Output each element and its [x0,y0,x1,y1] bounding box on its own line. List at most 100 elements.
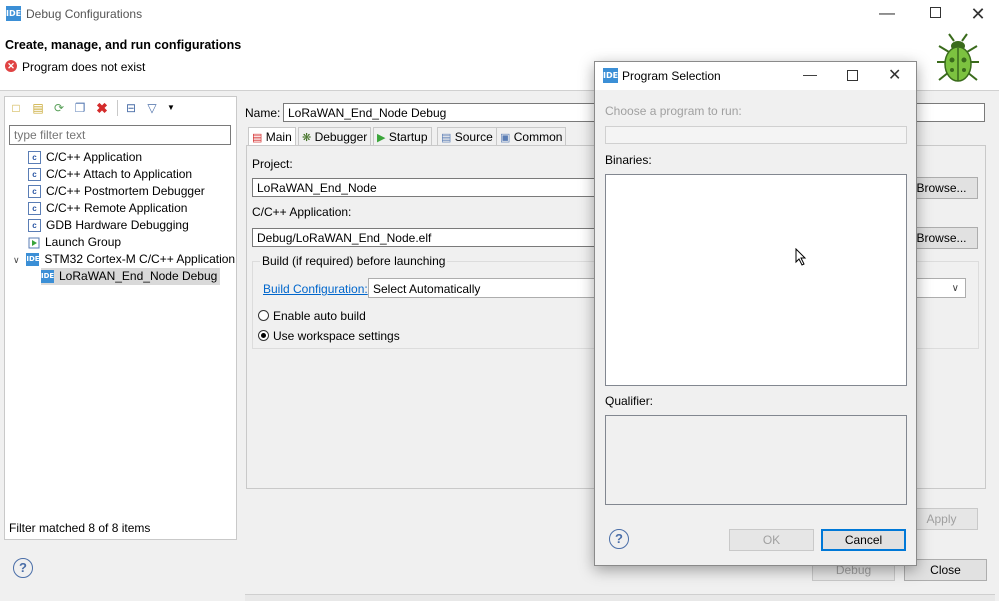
tree-item-launch-group[interactable]: Launch Group [28,234,121,251]
delete-icon[interactable]: ✖ [95,101,109,115]
tab-label: Main [265,130,292,144]
chevron-down-icon[interactable]: ∨ [13,252,23,269]
name-label: Name: [245,106,281,120]
debugger-icon: ❋ [302,132,312,144]
tree-item-lorawan-debug[interactable]: IDE LoRaWAN_End_Node Debug [41,268,221,285]
app-icon: IDE [603,68,618,83]
tree-item-label: LoRaWAN_End_Node Debug [59,269,218,283]
build-config-link[interactable]: Build Configuration: [263,282,368,296]
tab-main[interactable]: ▤ Main [248,127,296,146]
tab-source[interactable]: ▤ Source [437,127,497,146]
new-prototype-icon[interactable]: ▤ [31,101,45,115]
close-window-button[interactable]: ✕ [955,0,999,28]
radio-label: Enable auto build [273,309,366,323]
binaries-list[interactable] [605,174,907,386]
source-icon: ▤ [441,132,452,144]
dialog-title-bar: IDE Program Selection — ✕ [595,62,916,90]
toolbar-separator [117,100,118,116]
cancel-button[interactable]: Cancel [821,529,906,551]
program-field[interactable] [605,126,907,144]
page-heading: Create, manage, and run configurations [5,38,242,52]
ok-button[interactable]: OK [729,529,814,551]
radio-icon [258,310,269,322]
duplicate-icon[interactable]: ❐ [73,101,87,115]
launch-group-icon [28,237,40,249]
tree-item-cpp-attach[interactable]: c C/C++ Attach to Application [28,166,192,183]
tree-item-stm32[interactable]: ∨ IDE STM32 Cortex-M C/C++ Application [13,251,235,268]
filter-icon[interactable]: ▽ [145,101,159,115]
dialog-maximize-button[interactable] [847,70,858,81]
button-label: Cancel [844,533,883,547]
c-file-icon: c [28,168,41,182]
export-icon[interactable]: ⟳ [52,101,66,115]
new-config-icon[interactable]: □ [9,101,23,115]
bug-icon [935,32,981,86]
minimize-button[interactable]: — [864,0,910,28]
tab-label: Startup [388,130,428,144]
tree-item-cpp-postmortem[interactable]: c C/C++ Postmortem Debugger [28,183,205,200]
tree-item-label: C/C++ Remote Application [46,201,188,215]
c-file-icon: c [28,202,41,216]
program-selection-dialog: IDE Program Selection — ✕ Choose a progr… [594,61,917,566]
project-field[interactable]: LoRaWAN_End_Node [252,178,652,197]
maximize-button[interactable] [912,0,958,28]
tab-common[interactable]: ▣ Common [496,127,567,146]
binaries-label: Binaries: [605,153,652,167]
radio-workspace-settings[interactable]: Use workspace settings [258,329,400,343]
help-icon[interactable]: ? [609,529,629,549]
qualifier-label: Qualifier: [605,394,654,408]
c-file-icon: c [28,185,41,199]
c-file-icon: c [28,151,41,165]
tab-startup[interactable]: ▶ Startup [373,127,432,146]
tab-debugger[interactable]: ❋ Debugger [298,127,372,146]
dialog-minimize-button[interactable]: — [803,66,817,82]
c-file-icon: c [28,219,41,233]
tree-item-label: STM32 Cortex-M C/C++ Application [44,252,236,266]
title-bar: IDE Debug Configurations — ✕ [0,0,999,28]
application-label: C/C++ Application: [252,205,352,219]
error-icon: ✕ [5,60,17,72]
tree-item-gdb-hardware[interactable]: c GDB Hardware Debugging [28,217,189,234]
help-icon[interactable]: ? [13,558,33,578]
tree-item-label: C/C++ Application [46,150,143,164]
select-value: Select Automatically [373,282,481,296]
radio-label: Use workspace settings [273,329,400,343]
tree-item-label: Launch Group [45,235,122,249]
application-field[interactable]: Debug/LoRaWAN_End_Node.elf [252,228,652,247]
common-icon: ▣ [500,132,511,144]
chevron-down-icon: ∨ [951,283,959,294]
button-label: Browse... [916,181,967,195]
tab-label: Common [513,130,563,144]
ide-icon: IDE [26,253,40,267]
radio-icon-selected [258,330,269,342]
ide-icon: IDE [41,270,54,284]
button-label: Apply [926,512,957,526]
window-title: Debug Configurations [26,7,143,21]
tree-item-cpp-application[interactable]: c C/C++ Application [28,149,142,166]
error-message: Program does not exist [22,60,146,74]
button-label: OK [762,533,781,547]
main-tab-icon: ▤ [252,132,263,144]
button-label: Browse... [916,231,967,245]
dialog-close-button[interactable]: ✕ [888,65,901,85]
qualifier-list[interactable] [605,415,907,505]
maximize-icon [929,7,941,18]
button-label: Close [930,563,961,577]
tree-item-label: C/C++ Attach to Application [46,167,193,181]
chevron-down-icon[interactable]: ▼ [164,101,178,115]
mouse-cursor-icon [795,247,807,266]
choose-label: Choose a program to run: [605,104,742,118]
tree-item-label: GDB Hardware Debugging [46,218,189,232]
tree-item-label: C/C++ Postmortem Debugger [46,184,205,198]
tree-item-cpp-remote[interactable]: c C/C++ Remote Application [28,200,187,217]
app-icon: IDE [6,6,21,21]
tab-label: Debugger [314,130,368,144]
filter-input[interactable] [9,125,231,145]
radio-auto-build[interactable]: Enable auto build [258,309,366,323]
tab-label: Source [454,130,493,144]
build-group-label: Build (if required) before launching [260,254,448,268]
collapse-all-icon[interactable]: ⊟ [124,101,138,115]
startup-icon: ▶ [377,132,386,144]
dialog-title: Program Selection [622,69,721,83]
filter-status: Filter matched 8 of 8 items [9,521,151,535]
